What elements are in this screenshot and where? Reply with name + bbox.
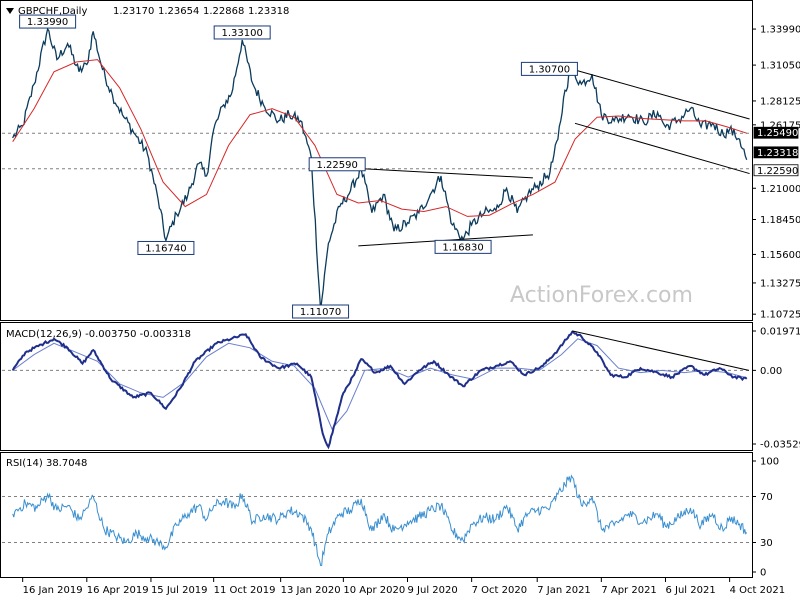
price-annotation: 1.22590	[308, 157, 366, 172]
price-annotation: 1.16740	[137, 240, 195, 255]
price-y-tick-label: 1.21000	[760, 184, 800, 195]
price-annotation: 1.30700	[520, 61, 578, 76]
ohlc-high: 1.23654	[158, 6, 199, 17]
price-y-tick-label: 1.15600	[760, 250, 800, 261]
price-level-box: 1.23318	[753, 146, 799, 159]
price-y-tick-label: 1.13275	[760, 278, 800, 289]
price-level-box-label: 1.23318	[757, 148, 798, 159]
macd-label: MACD(12,26,9) -0.003750 -0.003318	[6, 329, 191, 340]
rsi-y-tick-label: 0	[760, 568, 766, 579]
price-y-tick-label: 1.33990	[760, 25, 800, 36]
ohlc-open: 1.23170	[113, 6, 154, 17]
price-annotation: 1.33990	[19, 14, 77, 29]
annotation-label: 1.11070	[300, 307, 341, 318]
x-tick-label: 10 Apr 2020	[343, 585, 405, 596]
price-level-box: 1.25490	[753, 126, 799, 139]
x-tick-label: 16 Apr 2019	[87, 585, 149, 596]
price-annotation: 1.11070	[292, 304, 350, 319]
ohlc-close: 1.23318	[248, 6, 289, 17]
price-annotation: 1.33100	[213, 25, 271, 40]
x-tick-label: 7 Apr 2021	[601, 585, 656, 596]
ohlc-low: 1.22868	[203, 6, 244, 17]
macd-y-tick-label: 0.00	[760, 366, 782, 377]
annotation-label: 1.16830	[442, 242, 483, 253]
rsi-y-tick-label: 70	[760, 492, 773, 503]
x-tick-label: 7 Jan 2021	[537, 585, 591, 596]
rsi-y-tick-label: 30	[760, 538, 773, 549]
x-tick-label: 6 Jul 2021	[665, 585, 715, 596]
price-level-box: 1.22590	[753, 164, 799, 177]
rsi-y-tick-label: 100	[760, 457, 779, 468]
macd-y-tick-label: -0.035295	[760, 440, 800, 451]
price-level-box-label: 1.25490	[757, 128, 798, 139]
watermark: ActionForex.com	[510, 283, 693, 308]
x-tick-label: 4 Oct 2021	[730, 585, 785, 596]
annotation-label: 1.22590	[316, 160, 357, 171]
price-y-tick-label: 1.28125	[760, 96, 800, 107]
x-tick-label: 16 Jan 2019	[23, 585, 83, 596]
price-y-tick-label: 1.18450	[760, 215, 800, 226]
price-annotation: 1.16830	[434, 239, 492, 254]
price-level-box-label: 1.22590	[757, 166, 798, 177]
x-tick-label: 15 Jul 2019	[151, 585, 208, 596]
annotation-label: 1.30700	[529, 64, 570, 75]
annotation-label: 1.33100	[221, 28, 262, 39]
x-tick-label: 13 Jan 2020	[281, 585, 341, 596]
x-tick-label: 7 Oct 2020	[472, 585, 527, 596]
price-y-tick-label: 1.31050	[760, 61, 800, 72]
gbpchf-daily-chart: ActionForex.com GBPCHF,Daily 1.23170 1.2…	[0, 0, 800, 600]
annotation-label: 1.16740	[145, 243, 186, 254]
x-tick-label: 11 Oct 2019	[214, 585, 276, 596]
x-tick-label: 9 Jul 2020	[408, 585, 458, 596]
rsi-label: RSI(14) 38.7048	[6, 458, 87, 469]
price-y-tick-label: 1.10725	[760, 310, 800, 321]
annotation-label: 1.33990	[27, 17, 68, 28]
macd-y-tick-label: 0.019718	[760, 327, 800, 338]
